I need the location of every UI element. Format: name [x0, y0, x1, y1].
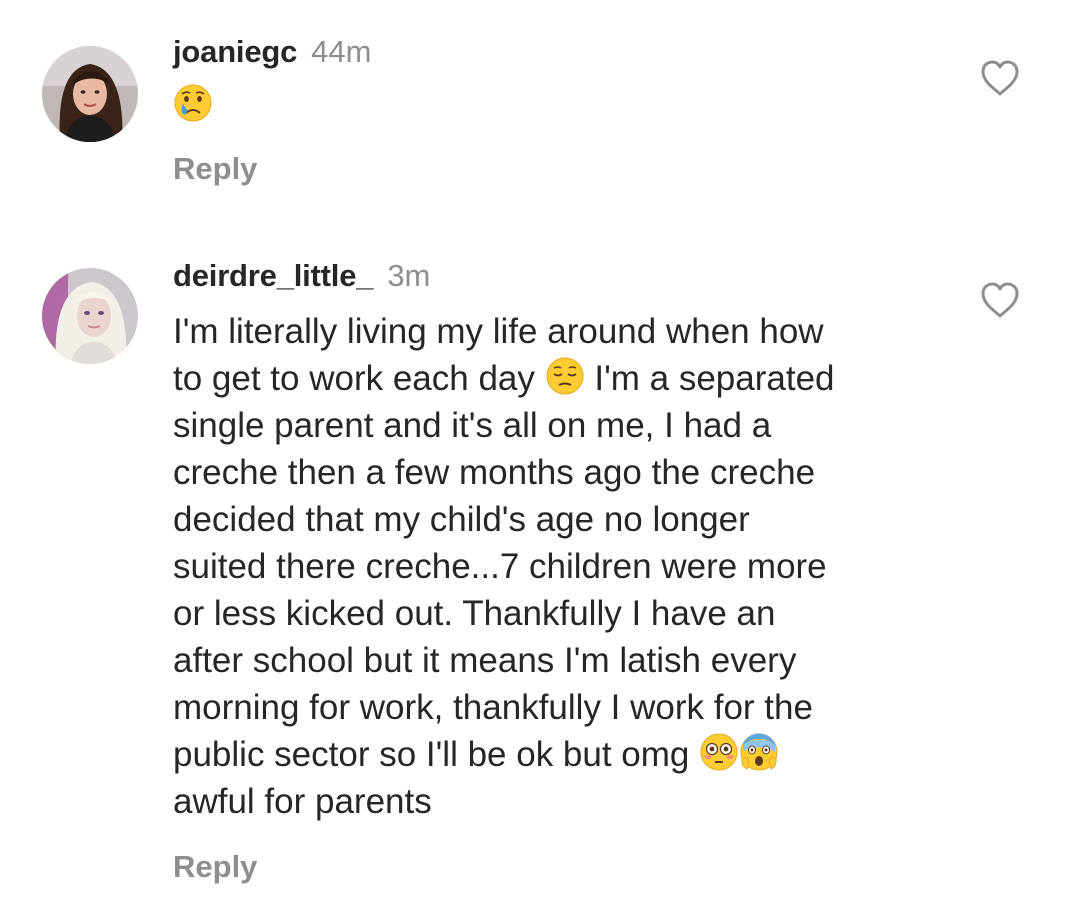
crying-face-icon	[173, 83, 213, 123]
flushed-face-icon	[699, 732, 739, 772]
comment-meta: deirdre_little_ 3m	[173, 254, 930, 298]
avatar-image	[42, 268, 138, 364]
avatar[interactable]	[42, 46, 138, 142]
reply-button[interactable]: Reply	[173, 845, 257, 889]
comment-line: decided that my child's age no longer	[173, 500, 750, 539]
comment-line: creche then a few months ago the creche	[173, 453, 816, 492]
pensive-face-icon	[545, 356, 585, 396]
heart-outline-icon[interactable]	[979, 280, 1021, 320]
avatar-image	[42, 46, 138, 142]
comment-line-segment: I'm a separated	[594, 359, 835, 398]
screaming-face-icon	[739, 732, 779, 772]
comment-line: awful for parents	[173, 782, 432, 821]
heart-outline-icon[interactable]	[979, 58, 1021, 98]
reply-button[interactable]: Reply	[173, 147, 257, 191]
comment-line: morning for work, thankfully I work for …	[173, 688, 813, 727]
comment-body: deirdre_little_ 3m I'm literally living m…	[173, 254, 930, 889]
comment-line: suited there creche...7 children were mo…	[173, 547, 827, 586]
username[interactable]: deirdre_little_	[173, 258, 374, 293]
timestamp: 3m	[387, 258, 431, 293]
comment-line: public sector so I'll be ok but omg	[173, 731, 930, 778]
timestamp: 44m	[311, 34, 372, 69]
comment-line-segment: public sector so I'll be ok but omg	[173, 735, 690, 774]
avatar[interactable]	[42, 268, 138, 364]
comment-meta: joaniegc 44m	[173, 30, 930, 74]
comment-text: I'm literally living my life around when…	[173, 308, 930, 825]
comment-line: after school but it means I'm latish eve…	[173, 641, 797, 680]
comment-item: joaniegc 44m Reply	[0, 0, 1080, 230]
comment-body: joaniegc 44m Reply	[173, 30, 930, 191]
comment-line: I'm literally living my life around when…	[173, 312, 824, 351]
username[interactable]: joaniegc	[173, 34, 297, 69]
comment-text	[173, 82, 930, 129]
comment-line-segment: to get to work each day	[173, 359, 535, 398]
comment-line: single parent and it's all on me, I had …	[173, 406, 772, 445]
comment-line: or less kicked out. Thankfully I have an	[173, 594, 776, 633]
comment-line: to get to work each day I'm a separated	[173, 355, 930, 402]
comment-item: deirdre_little_ 3m I'm literally living m…	[0, 230, 1080, 911]
